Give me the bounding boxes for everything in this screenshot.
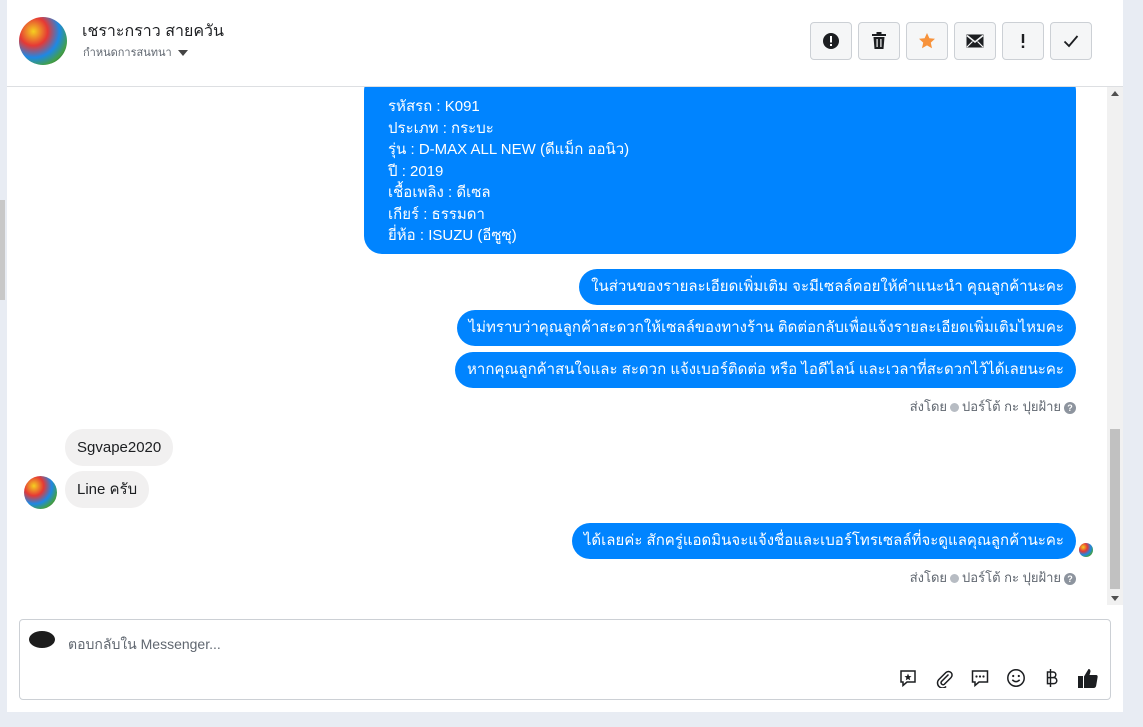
exclamation-circle-icon: [823, 33, 839, 49]
mark-spam-button[interactable]: [810, 22, 852, 60]
outgoing-message: ในส่วนของรายละเอียดเพิ่มเติม จะมีเซลล์คอ…: [579, 269, 1076, 305]
like-icon: [1078, 669, 1098, 688]
vehicle-type: ประเภท : กระบะ: [388, 119, 494, 137]
incoming-message: Sgvape2020: [65, 429, 174, 466]
trash-icon: [872, 32, 886, 49]
vehicle-brand: ยี่ห้อ : ISUZU (อีซูซุ): [388, 227, 517, 244]
scroll-up-arrow-icon[interactable]: [1111, 91, 1119, 96]
attachment-icon: [936, 670, 953, 688]
sent-by-label: ส่งโดย ปอร์โต้ กะ ปุยฝ้าย?: [910, 567, 1076, 588]
help-icon[interactable]: ?: [1064, 401, 1076, 414]
vehicle-info-bubble: รหัสรถ : K091 ประเภท : กระบะ รุ่น : D-MA…: [364, 87, 1076, 254]
envelope-icon: [966, 34, 984, 48]
vehicle-fuel: เชื้อเพลิง : ดีเซล: [388, 184, 491, 201]
seen-avatar-icon: [1079, 543, 1093, 557]
emoji-icon: [1007, 669, 1025, 687]
page-avatar-icon: [950, 574, 960, 584]
delete-button[interactable]: [858, 22, 900, 60]
sent-by-label: ส่งโดย ปอร์โต้ กะ ปุยฝ้าย?: [910, 396, 1076, 417]
mark-unread-button[interactable]: [954, 22, 996, 60]
reply-input[interactable]: ตอบกลับใน Messenger...: [68, 634, 221, 656]
vehicle-gear: เกียร์ : ธรรมดา: [388, 205, 485, 223]
exclamation-icon: [1021, 34, 1025, 48]
saved-reply-icon: [900, 670, 916, 688]
help-icon[interactable]: ?: [1064, 572, 1076, 585]
follow-up-button[interactable]: [1002, 22, 1044, 60]
page-avatar-icon: [950, 403, 960, 413]
outgoing-message: หากคุณลูกค้าสนใจและ สะดวก แจ้งเบอร์ติดต่…: [455, 352, 1076, 388]
scroll-down-arrow-icon[interactable]: [1111, 596, 1119, 601]
sender-name[interactable]: ปอร์โต้ กะ ปุยฝ้าย: [962, 570, 1061, 585]
assign-conversation-dropdown[interactable]: กำหนดการสนทนา: [83, 43, 188, 61]
payment-button[interactable]: [1041, 667, 1063, 689]
contact-avatar-small[interactable]: [24, 476, 57, 509]
like-button[interactable]: [1077, 667, 1099, 689]
check-icon: [1063, 35, 1079, 48]
page-avatar: [29, 631, 55, 648]
assign-label: กำหนดการสนทนา: [83, 47, 172, 59]
outgoing-message: ได้เลยค่ะ สักครู่แอดมินจะแจ้งชื่อและเบอร…: [571, 523, 1076, 559]
sent-by-prefix: ส่งโดย: [909, 399, 948, 414]
mark-done-button[interactable]: [1050, 22, 1092, 60]
contact-avatar[interactable]: [19, 17, 67, 65]
vehicle-year: ปี : 2019: [388, 162, 444, 180]
emoji-button[interactable]: [1005, 667, 1027, 689]
incoming-message: Line ครับ: [65, 471, 150, 508]
conversation-panel: เชราะกราว สายควัน กำหนดการสนทนา รหัสรถ :…: [7, 0, 1123, 712]
scrollbar-thumb[interactable]: [1110, 429, 1120, 589]
star-button[interactable]: [906, 22, 948, 60]
star-icon: [919, 33, 935, 49]
sent-by-prefix: ส่งโดย: [909, 570, 948, 585]
outgoing-message: ไม่ทราบว่าคุณลูกค้าสะดวกให้เซลล์ของทางร้…: [456, 310, 1076, 346]
reply-composer: ตอบกลับใน Messenger...: [19, 619, 1111, 700]
vehicle-code: รหัสรถ : K091: [388, 98, 480, 115]
saved-reply-button[interactable]: [897, 667, 919, 689]
attach-file-button[interactable]: [933, 667, 955, 689]
quick-reply-icon: [971, 670, 989, 688]
message-thread: รหัสรถ : K091 ประเภท : กระบะ รุ่น : D-MA…: [7, 87, 1107, 605]
conversation-header: เชราะกราว สายควัน กำหนดการสนทนา: [7, 0, 1123, 87]
window-edge: [0, 200, 5, 300]
thread-scrollbar[interactable]: [1107, 87, 1123, 605]
quick-reply-button[interactable]: [969, 667, 991, 689]
baht-icon: [1046, 669, 1058, 687]
vehicle-model: รุ่น : D-MAX ALL NEW (ดีแม็ก ออนิว): [388, 141, 630, 158]
sender-name[interactable]: ปอร์โต้ กะ ปุยฝ้าย: [962, 399, 1061, 414]
contact-name[interactable]: เชราะกราว สายควัน: [82, 19, 224, 44]
caret-down-icon: [177, 50, 188, 57]
